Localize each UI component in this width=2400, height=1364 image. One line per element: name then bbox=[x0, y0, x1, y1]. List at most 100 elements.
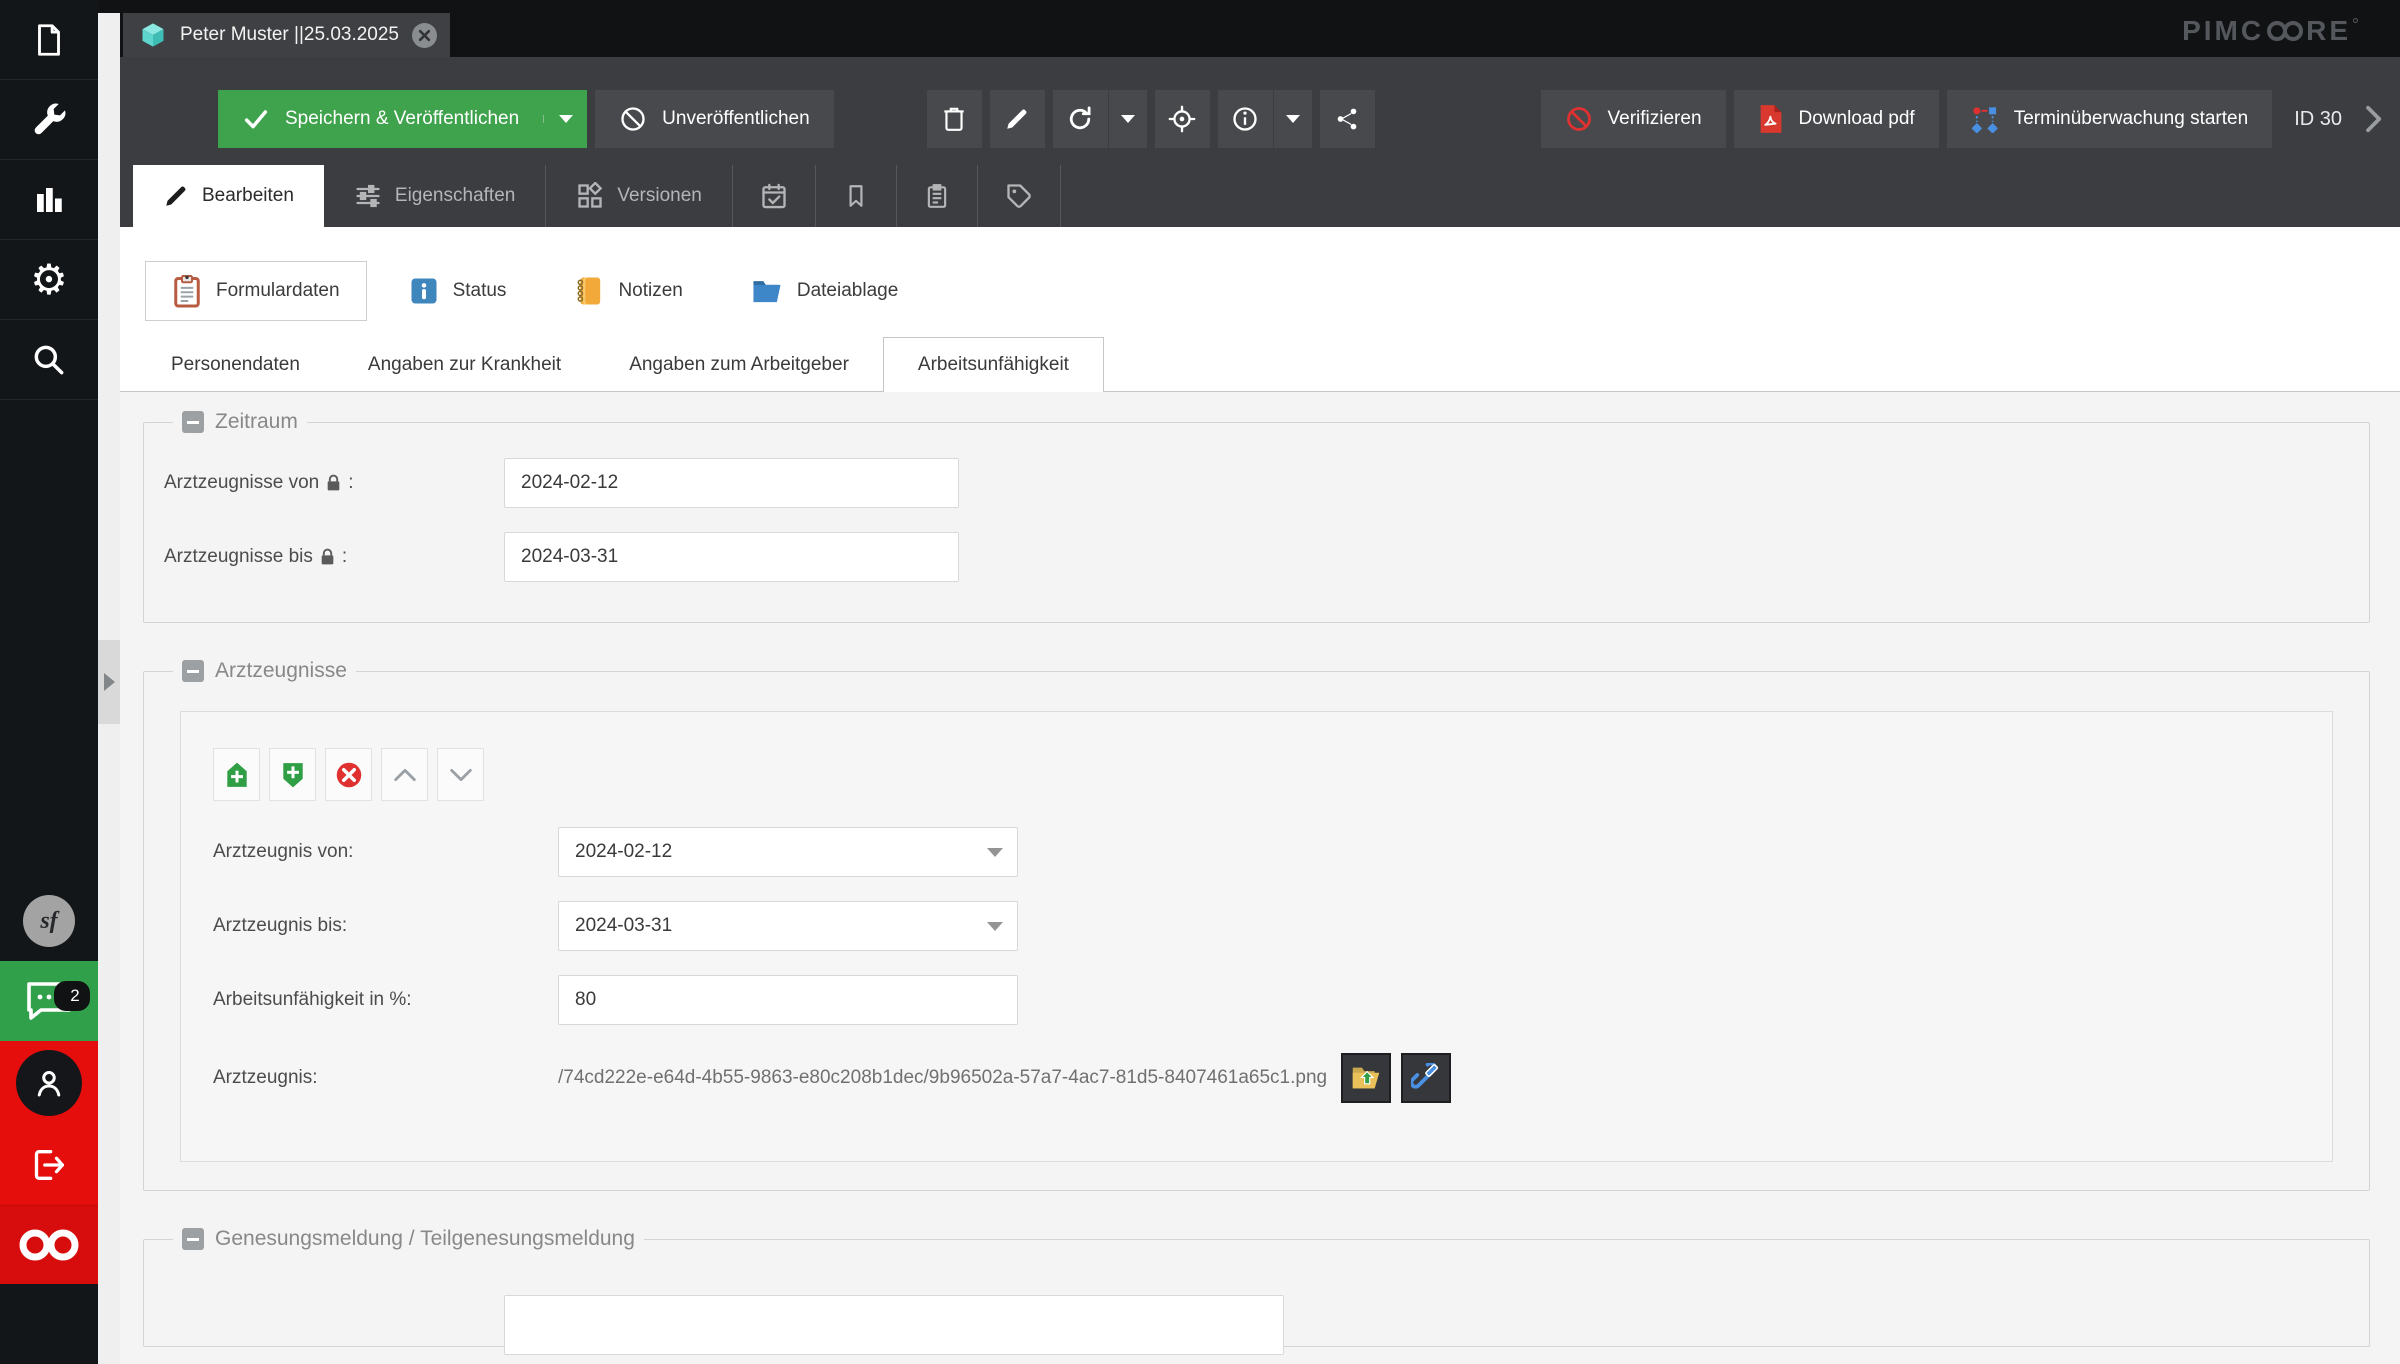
arztzeugnis-von-combo[interactable] bbox=[558, 827, 1018, 877]
tab-formulardaten[interactable]: Formulardaten bbox=[145, 261, 367, 321]
prohibition-icon bbox=[621, 107, 645, 131]
arbeitsunfaehigkeit-prozent-input[interactable] bbox=[558, 975, 1018, 1025]
close-icon bbox=[418, 29, 431, 41]
pimcore-infinity-icon bbox=[18, 1227, 80, 1263]
tab-personendaten[interactable]: Personendaten bbox=[137, 337, 334, 392]
tab-bookmark[interactable] bbox=[816, 165, 897, 227]
download-pdf-button[interactable]: Download pdf bbox=[1733, 90, 1939, 148]
tab-schedule[interactable] bbox=[733, 165, 816, 227]
info-button[interactable] bbox=[1217, 90, 1273, 148]
combo-trigger[interactable] bbox=[972, 901, 1018, 951]
close-tab-button[interactable] bbox=[412, 22, 438, 48]
share-button[interactable] bbox=[1319, 90, 1375, 148]
toolbar-gap bbox=[834, 90, 919, 148]
arztzeugnisse-von-input[interactable] bbox=[504, 458, 959, 508]
person-icon bbox=[37, 1070, 61, 1096]
collapse-icon[interactable] bbox=[182, 1228, 204, 1250]
tab-status[interactable]: Status bbox=[383, 261, 533, 321]
tab-angaben-krankheit[interactable]: Angaben zur Krankheit bbox=[334, 337, 595, 392]
share-icon bbox=[1337, 108, 1357, 130]
tab-versionen[interactable]: Versionen bbox=[546, 165, 733, 227]
folder-icon bbox=[753, 281, 781, 303]
info-icon bbox=[1233, 107, 1257, 131]
tab-bearbeiten[interactable]: Bearbeiten bbox=[133, 165, 324, 227]
tab-arbeitsunfaehigkeit[interactable]: Arbeitsunfähigkeit bbox=[882, 337, 1104, 392]
arztzeugnis-bis-combo[interactable] bbox=[558, 901, 1018, 951]
arztzeugnis-bis-input[interactable] bbox=[558, 901, 1018, 951]
document-tabbar: Peter Muster ||25.03.2025 PIMC RE bbox=[120, 0, 2400, 57]
tab-angaben-arbeitgeber[interactable]: Angaben zum Arbeitgeber bbox=[595, 337, 883, 392]
form-tabbar: Formulardaten Status Notizen Dateiablage bbox=[145, 261, 2400, 321]
save-publish-splitbutton[interactable]: Speichern & Veröffentlichen bbox=[218, 90, 588, 148]
versions-grid-icon bbox=[578, 182, 603, 208]
verify-button[interactable]: Verifizieren bbox=[1540, 90, 1726, 148]
tab-dateiablage[interactable]: Dateiablage bbox=[725, 261, 924, 321]
sidebar-item-search[interactable] bbox=[0, 320, 98, 400]
move-block-down-button[interactable] bbox=[437, 748, 484, 801]
save-options-caret[interactable] bbox=[543, 115, 587, 123]
fieldset-zeitraum-legend: Zeitraum bbox=[173, 410, 307, 434]
sliders-icon bbox=[356, 184, 380, 208]
asset-edit-link-button[interactable] bbox=[1401, 1053, 1452, 1103]
sidebar-item-logout[interactable] bbox=[0, 1124, 98, 1206]
sidebar-item-symfony[interactable]: sf bbox=[0, 881, 98, 961]
sidebar-item-pimcore[interactable] bbox=[0, 1206, 98, 1284]
tab-tags[interactable] bbox=[978, 165, 1061, 227]
add-block-below-button[interactable] bbox=[269, 748, 316, 801]
unpublish-label: Unveröffentlichen bbox=[662, 108, 810, 129]
legend-text: Arztzeugnisse bbox=[215, 659, 347, 682]
user-avatar bbox=[16, 1049, 82, 1116]
tab-notizen[interactable]: Notizen bbox=[548, 261, 708, 321]
sidebar-item-reports[interactable] bbox=[0, 160, 98, 240]
rename-button[interactable] bbox=[989, 90, 1045, 148]
field-label: Arztzeugnis von: bbox=[213, 841, 354, 862]
reload-options-caret[interactable] bbox=[1108, 90, 1147, 148]
move-block-up-button[interactable] bbox=[381, 748, 428, 801]
collapse-icon[interactable] bbox=[182, 411, 204, 433]
tree-panel-splitter[interactable] bbox=[98, 13, 120, 1364]
chevron-up-icon bbox=[393, 768, 416, 781]
asset-path-value: /74cd222e-e64d-4b55-9863-e80c208b1dec/9b… bbox=[558, 1067, 1328, 1088]
tab-eigenschaften[interactable]: Eigenschaften bbox=[324, 165, 547, 227]
asset-upload-button[interactable] bbox=[1341, 1053, 1392, 1103]
add-block-above-button[interactable] bbox=[213, 748, 260, 801]
repeater-block: Arztzeugnis von: Arztzeugnis bis: Arbeit… bbox=[180, 711, 2333, 1162]
object-cube-icon bbox=[139, 21, 167, 49]
arztzeugnisse-bis-input[interactable] bbox=[504, 532, 959, 582]
symfony-logo: sf bbox=[23, 895, 75, 947]
sidebar-item-tools[interactable] bbox=[0, 80, 98, 160]
checkmark-icon bbox=[244, 110, 268, 129]
sidebar-item-notifications[interactable]: 2 bbox=[0, 961, 98, 1041]
deadline-monitoring-button[interactable]: Terminüberwachung starten bbox=[1946, 90, 2273, 148]
toolbar-scroll-right-button[interactable] bbox=[2356, 90, 2390, 148]
brand-text-right: RE bbox=[2306, 15, 2351, 46]
save-publish-button[interactable]: Speichern & Veröffentlichen bbox=[218, 105, 543, 133]
delete-block-button[interactable] bbox=[325, 748, 372, 801]
fieldset-zeitraum: Zeitraum Arztzeugnisse von : Arztzeugnis… bbox=[143, 410, 2370, 623]
collapse-icon[interactable] bbox=[182, 660, 204, 682]
field-row-arbeitsunfaehigkeit-prozent: Arbeitsunfähigkeit in %: bbox=[213, 975, 2332, 1025]
bar-chart-icon bbox=[31, 182, 67, 218]
reload-button[interactable] bbox=[1052, 90, 1108, 148]
tab-label: Arbeitsunfähigkeit bbox=[917, 354, 1069, 375]
add-below-icon bbox=[282, 762, 303, 787]
arztzeugnis-von-input[interactable] bbox=[558, 827, 1018, 877]
partial-input[interactable] bbox=[504, 1295, 1284, 1355]
combo-trigger[interactable] bbox=[972, 827, 1018, 877]
document-tab[interactable]: Peter Muster ||25.03.2025 bbox=[123, 13, 451, 57]
field-row-arztzeugnis-von: Arztzeugnis von: bbox=[213, 827, 2332, 877]
tab-label: Eigenschaften bbox=[394, 185, 516, 206]
sidebar-item-account[interactable] bbox=[0, 1041, 98, 1124]
info-options-caret[interactable] bbox=[1273, 90, 1312, 148]
edit-panel-header: Formulardaten Status Notizen Dateiablage… bbox=[120, 227, 2400, 392]
tab-notes-log[interactable] bbox=[897, 165, 978, 227]
unpublish-button[interactable]: Unveröffentlichen bbox=[595, 90, 834, 148]
workflow-icon bbox=[1971, 107, 1998, 133]
tag-icon bbox=[1007, 184, 1031, 208]
tree-panel-expand-handle[interactable] bbox=[98, 640, 120, 724]
sidebar-item-settings[interactable]: ⚙ bbox=[0, 240, 98, 320]
locate-in-tree-button[interactable] bbox=[1154, 90, 1210, 148]
sidebar-item-documents[interactable] bbox=[0, 0, 98, 80]
field-row-partial bbox=[164, 1295, 2349, 1355]
delete-button[interactable] bbox=[926, 90, 982, 148]
